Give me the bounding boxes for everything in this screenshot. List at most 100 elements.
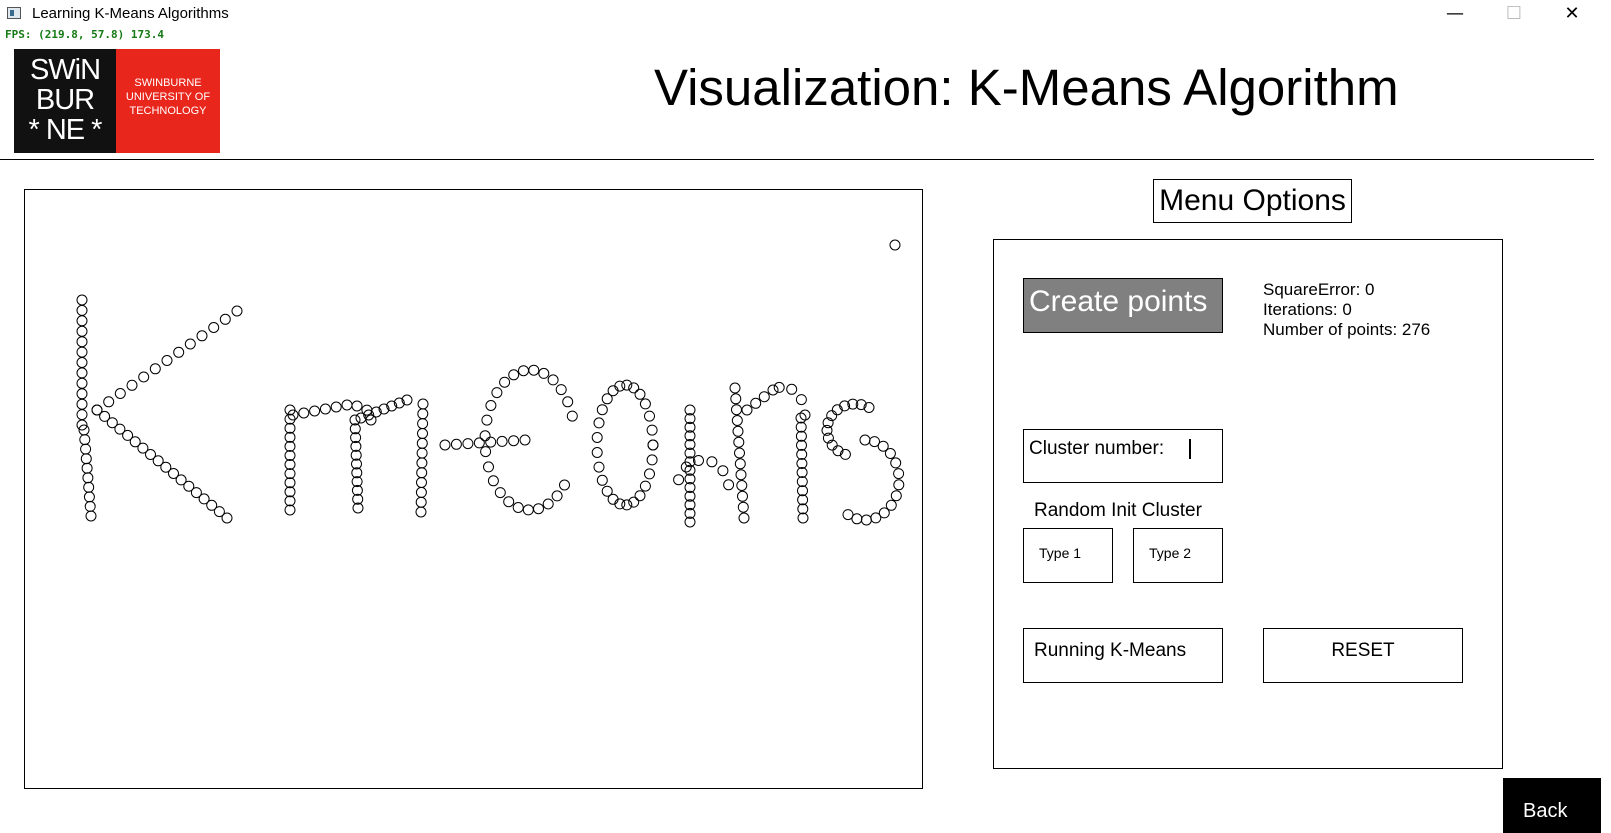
data-point xyxy=(890,457,902,469)
data-point xyxy=(796,458,808,469)
menu-title: Menu Options xyxy=(1153,179,1352,223)
data-point xyxy=(479,430,491,442)
data-point xyxy=(415,496,427,508)
cluster-number-field[interactable]: Cluster number: xyxy=(1023,429,1223,483)
data-point xyxy=(614,380,626,392)
points-canvas[interactable] xyxy=(24,189,923,789)
data-point xyxy=(758,391,770,403)
data-point xyxy=(80,443,92,455)
data-point xyxy=(842,509,854,521)
data-point xyxy=(870,512,882,524)
data-point xyxy=(732,425,744,437)
data-point xyxy=(417,408,429,420)
data-point xyxy=(893,479,905,491)
running-kmeans-button[interactable]: Running K-Means xyxy=(1023,628,1223,683)
data-point xyxy=(284,422,296,434)
data-point xyxy=(647,439,659,451)
data-point xyxy=(797,503,809,515)
data-point xyxy=(859,434,871,446)
data-point xyxy=(607,385,619,397)
points-plot xyxy=(76,239,905,528)
data-point xyxy=(184,338,196,350)
swinburne-logo: SWiN BUR * NE * SWINBURNE UNIVERSITY OF … xyxy=(14,49,220,153)
data-point xyxy=(634,490,646,502)
back-button[interactable]: Back xyxy=(1503,778,1601,833)
data-point xyxy=(796,448,808,460)
data-point xyxy=(485,400,497,411)
data-point xyxy=(893,468,905,480)
data-point xyxy=(84,500,96,512)
data-point xyxy=(415,486,427,498)
data-point xyxy=(114,388,126,399)
data-point xyxy=(593,461,605,473)
data-point xyxy=(319,403,331,415)
data-point xyxy=(76,409,88,421)
text-cursor xyxy=(1189,439,1191,459)
data-point xyxy=(795,394,807,406)
type2-button[interactable]: Type 2 xyxy=(1133,528,1223,583)
data-point xyxy=(738,512,750,524)
data-point xyxy=(723,479,735,491)
logo-wordmark: SWiN BUR * NE * xyxy=(14,49,116,153)
data-point xyxy=(628,496,640,508)
data-point xyxy=(731,415,743,426)
data-point xyxy=(614,498,626,510)
data-point xyxy=(76,398,88,410)
data-point xyxy=(639,480,651,492)
reset-button[interactable]: RESET xyxy=(1263,628,1463,683)
data-point xyxy=(173,346,185,358)
random-init-label: Random Init Cluster xyxy=(1034,500,1202,521)
data-point xyxy=(284,440,296,452)
data-point xyxy=(298,407,310,419)
data-point xyxy=(80,453,92,465)
minimize-button[interactable]: — xyxy=(1432,0,1478,28)
data-point xyxy=(76,315,88,327)
fps-readout: FPS: (219.8, 57.8) 173.4 xyxy=(5,28,164,41)
data-point xyxy=(884,448,896,459)
close-button[interactable]: ✕ xyxy=(1549,0,1595,28)
data-point xyxy=(284,477,296,489)
data-point xyxy=(551,490,563,502)
data-point xyxy=(149,363,161,375)
data-point xyxy=(729,382,741,394)
data-point xyxy=(512,502,524,513)
data-point xyxy=(221,512,233,524)
data-point xyxy=(508,369,520,381)
data-point xyxy=(219,313,231,325)
data-point xyxy=(706,456,718,468)
window-titlebar: Learning K-Means Algorithms — ☐ ✕ xyxy=(0,0,1611,28)
data-point xyxy=(646,424,658,436)
data-point xyxy=(736,480,748,491)
data-point xyxy=(284,431,296,443)
data-point xyxy=(737,490,748,502)
data-point xyxy=(231,305,243,317)
data-point xyxy=(85,510,97,522)
data-point xyxy=(494,487,506,499)
data-point xyxy=(415,506,427,518)
data-point xyxy=(734,458,746,470)
data-point xyxy=(76,304,88,316)
data-point xyxy=(416,477,427,488)
data-point xyxy=(797,494,809,506)
cluster-number-input[interactable] xyxy=(1174,436,1218,462)
data-point xyxy=(76,377,88,389)
data-point xyxy=(750,397,762,409)
data-point xyxy=(717,465,729,477)
data-point xyxy=(522,504,534,516)
data-point xyxy=(417,418,429,430)
data-point xyxy=(416,447,428,459)
data-point xyxy=(538,367,550,379)
data-point xyxy=(284,468,296,480)
create-points-button[interactable]: Create points xyxy=(1023,278,1223,333)
data-point xyxy=(889,239,901,251)
data-point xyxy=(126,379,138,391)
data-point xyxy=(81,462,93,474)
maximize-button[interactable]: ☐ xyxy=(1491,0,1537,28)
data-point xyxy=(76,357,88,368)
type1-button[interactable]: Type 1 xyxy=(1023,528,1113,583)
data-point xyxy=(491,387,503,399)
data-point xyxy=(673,474,685,486)
data-point xyxy=(416,437,428,449)
num-points-text: Number of points: 276 xyxy=(1263,320,1431,339)
data-point xyxy=(496,435,508,447)
